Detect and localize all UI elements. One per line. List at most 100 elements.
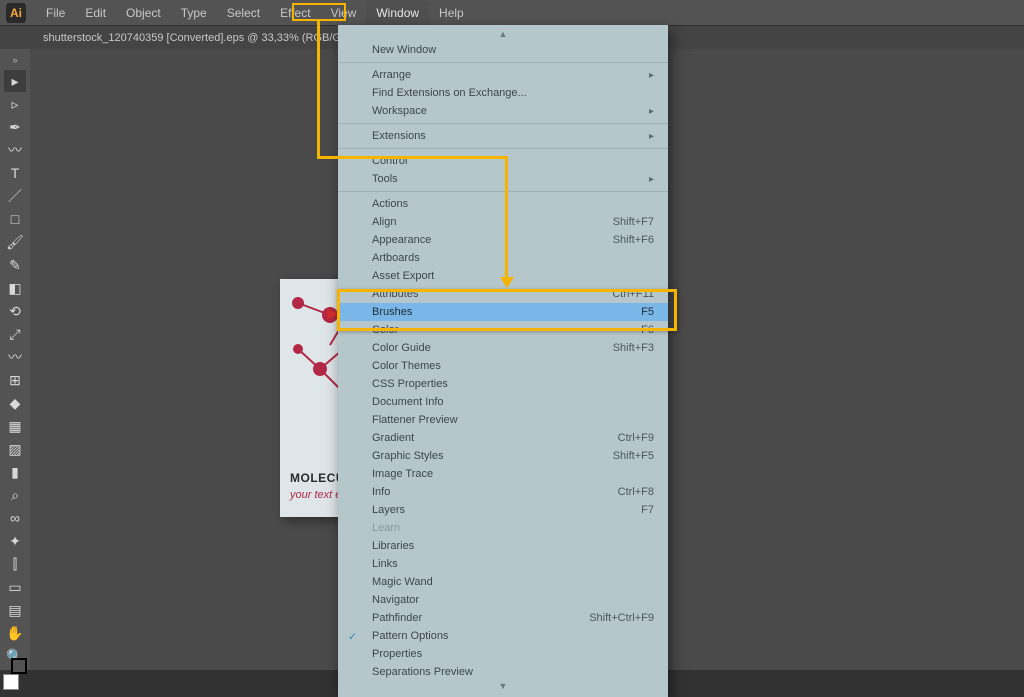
app-logo: Ai [6, 3, 26, 23]
menu-item-label: Links [372, 558, 654, 570]
menu-item-actions[interactable]: Actions [338, 195, 668, 213]
menu-item-label: Artboards [372, 252, 654, 264]
pen-tool[interactable]: ✒ [4, 116, 26, 138]
rotate-tool[interactable]: ⟲ [4, 300, 26, 322]
menu-item-links[interactable]: Links [338, 555, 668, 573]
menu-item-css-properties[interactable]: CSS Properties [338, 375, 668, 393]
window-menu-dropdown: ▲ New Window Arrange▸ Find Extensions on E… [338, 25, 668, 697]
menu-item-arrange[interactable]: Arrange▸ [338, 66, 668, 84]
paintbrush-tool[interactable]: 🖌 [4, 231, 26, 253]
tool-panel: » ▸▹✒〰T／□🖌✎◧⟲⤢〰⊞◆▦▨▮⌕∞✦⫿▭▤✋🔍 [0, 49, 30, 670]
blend-tool[interactable]: ∞ [4, 507, 26, 529]
shape-builder-tool[interactable]: ◆ [4, 392, 26, 414]
hand-tool[interactable]: ✋ [4, 622, 26, 644]
menu-item-label: Learn [372, 522, 654, 534]
submenu-arrow-icon: ▸ [649, 106, 654, 117]
menu-scroll-up-icon[interactable]: ▲ [338, 29, 668, 41]
symbol-sprayer-tool[interactable]: ✦ [4, 530, 26, 552]
width-tool[interactable]: 〰 [4, 346, 26, 368]
submenu-arrow-icon: ▸ [649, 70, 654, 81]
curvature-tool[interactable]: 〰 [4, 139, 26, 161]
menu-shortcut: Ctrl+F8 [618, 486, 654, 498]
menu-item-pathfinder[interactable]: PathfinderShift+Ctrl+F9 [338, 609, 668, 627]
menu-item-label: Color Themes [372, 360, 654, 372]
menu-item-label: CSS Properties [372, 378, 654, 390]
menu-shortcut: Shift+F3 [613, 342, 654, 354]
pencil-tool[interactable]: ✎ [4, 254, 26, 276]
menu-item-brushes[interactable]: BrushesF5 [338, 303, 668, 321]
menu-item-separations-preview[interactable]: Separations Preview [338, 663, 668, 681]
menu-item-label: Image Trace [372, 468, 654, 480]
slice-tool[interactable]: ▤ [4, 599, 26, 621]
menu-window[interactable]: Window [366, 1, 429, 25]
menu-item-gradient[interactable]: GradientCtrl+F9 [338, 429, 668, 447]
menu-item-libraries[interactable]: Libraries [338, 537, 668, 555]
menu-item-align[interactable]: AlignShift+F7 [338, 213, 668, 231]
menu-item-label: Pathfinder [372, 612, 589, 624]
menu-item-label: Actions [372, 198, 654, 210]
menu-item-label: Info [372, 486, 618, 498]
menu-item-magic-wand[interactable]: Magic Wand [338, 573, 668, 591]
rectangle-tool[interactable]: □ [4, 208, 26, 230]
menu-item-artboards[interactable]: Artboards [338, 249, 668, 267]
menu-separator [338, 62, 668, 63]
menu-edit[interactable]: Edit [75, 1, 116, 25]
menu-item-document-info[interactable]: Document Info [338, 393, 668, 411]
menu-item-extensions[interactable]: Extensions▸ [338, 127, 668, 145]
scale-tool[interactable]: ⤢ [4, 323, 26, 345]
menu-item-pattern-options[interactable]: ✓Pattern Options [338, 627, 668, 645]
eyedropper-tool[interactable]: ⌕ [4, 484, 26, 506]
column-graph-tool[interactable]: ⫿ [4, 553, 26, 575]
perspective-tool[interactable]: ▦ [4, 415, 26, 437]
free-transform-tool[interactable]: ⊞ [4, 369, 26, 391]
menu-item-label: Align [372, 216, 613, 228]
artwork-subtitle: your text e [290, 489, 341, 501]
type-tool[interactable]: T [4, 162, 26, 184]
tutorial-arrow [317, 156, 507, 159]
menu-type[interactable]: Type [171, 1, 217, 25]
menu-help[interactable]: Help [429, 1, 474, 25]
menu-item-flattener-preview[interactable]: Flattener Preview [338, 411, 668, 429]
eraser-tool[interactable]: ◧ [4, 277, 26, 299]
menu-item-info[interactable]: InfoCtrl+F8 [338, 483, 668, 501]
menu-shortcut: Shift+Ctrl+F9 [589, 612, 654, 624]
gradient-tool[interactable]: ▮ [4, 461, 26, 483]
menu-item-new-window[interactable]: New Window [338, 41, 668, 59]
menu-item-color[interactable]: ColorF6 [338, 321, 668, 339]
menu-item-workspace[interactable]: Workspace▸ [338, 102, 668, 120]
menu-item-layers[interactable]: LayersF7 [338, 501, 668, 519]
menu-object[interactable]: Object [116, 1, 171, 25]
line-tool[interactable]: ／ [4, 185, 26, 207]
selection-tool[interactable]: ▸ [4, 70, 26, 92]
menu-item-properties[interactable]: Properties [338, 645, 668, 663]
menu-separator [338, 123, 668, 124]
menu-item-appearance[interactable]: AppearanceShift+F6 [338, 231, 668, 249]
menu-item-image-trace[interactable]: Image Trace [338, 465, 668, 483]
menu-item-label: New Window [372, 44, 654, 56]
menu-effect[interactable]: Effect [270, 1, 320, 25]
menu-item-control[interactable]: Control [338, 152, 668, 170]
expand-tools-icon[interactable]: » [12, 55, 17, 65]
menu-item-color-themes[interactable]: Color Themes [338, 357, 668, 375]
menu-shortcut: Shift+F5 [613, 450, 654, 462]
artboard-tool[interactable]: ▭ [4, 576, 26, 598]
menu-shortcut: F6 [641, 324, 654, 336]
menu-select[interactable]: Select [217, 1, 270, 25]
menu-item-label: Find Extensions on Exchange... [372, 87, 654, 99]
menu-item-graphic-styles[interactable]: Graphic StylesShift+F5 [338, 447, 668, 465]
tutorial-arrow [317, 21, 320, 159]
menu-view[interactable]: View [321, 1, 367, 25]
menu-item-label: Layers [372, 504, 641, 516]
submenu-arrow-icon: ▸ [649, 174, 654, 185]
menu-item-label: Color [372, 324, 641, 336]
menu-scroll-down-icon[interactable]: ▼ [338, 681, 668, 693]
menu-item-navigator[interactable]: Navigator [338, 591, 668, 609]
menu-shortcut: F5 [641, 306, 654, 318]
menu-item-tools[interactable]: Tools▸ [338, 170, 668, 188]
direct-selection-tool[interactable]: ▹ [4, 93, 26, 115]
mesh-tool[interactable]: ▨ [4, 438, 26, 460]
menu-file[interactable]: File [36, 1, 75, 25]
menu-item-find-extensions-on-exchange[interactable]: Find Extensions on Exchange... [338, 84, 668, 102]
menu-item-color-guide[interactable]: Color GuideShift+F3 [338, 339, 668, 357]
menu-item-label: Magic Wand [372, 576, 654, 588]
